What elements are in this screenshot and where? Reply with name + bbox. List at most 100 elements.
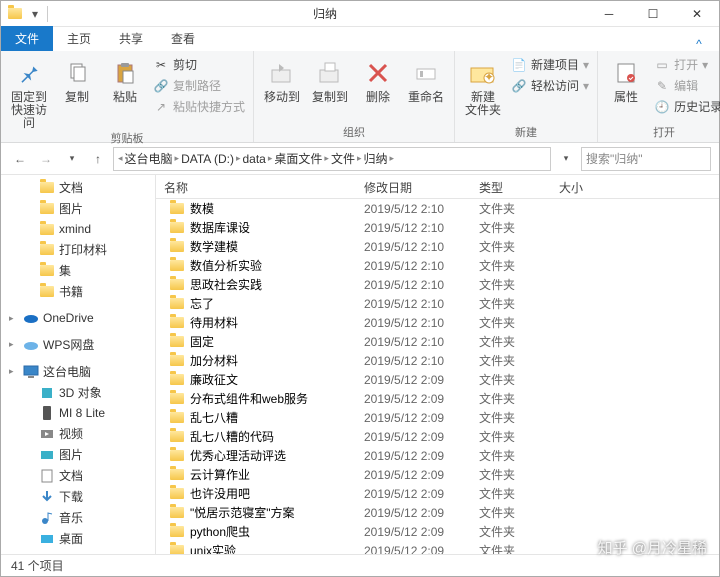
- nav-item[interactable]: 图片: [1, 198, 155, 219]
- paste-shortcut-button[interactable]: ↗粘贴快捷方式: [151, 97, 247, 116]
- maximize-button[interactable]: ☐: [631, 1, 675, 27]
- docs-icon: [39, 468, 55, 484]
- nav-item[interactable]: 下载: [1, 486, 155, 507]
- history-button[interactable]: 🕘历史记录: [652, 97, 720, 116]
- refresh-button[interactable]: ▾: [555, 148, 577, 170]
- list-item[interactable]: 数学建模2019/5/12 2:10文件夹: [156, 237, 719, 256]
- history-icon: 🕘: [654, 99, 670, 115]
- list-item[interactable]: 数据库课设2019/5/12 2:10文件夹: [156, 218, 719, 237]
- nav-item[interactable]: 音乐: [1, 507, 155, 528]
- folder-icon: [170, 393, 184, 404]
- forward-button[interactable]: →: [35, 148, 57, 170]
- list-item[interactable]: 分布式组件和web服务2019/5/12 2:09文件夹: [156, 389, 719, 408]
- breadcrumb-segment[interactable]: 归纳: [363, 150, 387, 167]
- delete-button[interactable]: 删除: [356, 53, 400, 104]
- col-name[interactable]: 名称: [156, 175, 356, 198]
- list-item[interactable]: 忘了2019/5/12 2:10文件夹: [156, 294, 719, 313]
- col-size[interactable]: 大小: [551, 175, 719, 198]
- navigation-pane[interactable]: 文档图片xmind打印材料集书籍▸OneDrive▸WPS网盘▸这台电脑3D 对…: [1, 175, 156, 556]
- ribbon-collapse-button[interactable]: ^: [679, 37, 719, 51]
- folder-icon: [170, 507, 184, 518]
- copypath-button[interactable]: 🔗复制路径: [151, 76, 247, 95]
- edit-button[interactable]: ✎编辑: [652, 76, 720, 95]
- qat-item[interactable]: ▾: [27, 6, 43, 22]
- copy-button[interactable]: 复制: [55, 53, 99, 104]
- tab-share[interactable]: 共享: [105, 26, 157, 51]
- col-date[interactable]: 修改日期: [356, 175, 471, 198]
- recent-dropdown[interactable]: ▾: [61, 148, 83, 170]
- paste-button[interactable]: 粘贴: [103, 53, 147, 104]
- group-label: 剪贴板: [7, 130, 247, 148]
- music-icon: [39, 510, 55, 526]
- newfolder-button[interactable]: ✦新建 文件夹: [461, 53, 505, 117]
- folder-icon: [170, 336, 184, 347]
- close-button[interactable]: ✕: [675, 1, 719, 27]
- breadcrumb-segment[interactable]: data: [243, 152, 266, 166]
- onedrive-icon: [23, 310, 39, 326]
- pics-icon: [39, 447, 55, 463]
- list-item[interactable]: 思政社会实践2019/5/12 2:10文件夹: [156, 275, 719, 294]
- list-item[interactable]: 待用材料2019/5/12 2:10文件夹: [156, 313, 719, 332]
- minimize-button[interactable]: ─: [587, 1, 631, 27]
- moveto-button[interactable]: 移动到: [260, 53, 304, 104]
- search-input[interactable]: 搜索"归纳": [581, 147, 711, 171]
- expand-icon[interactable]: ▸: [9, 313, 19, 324]
- nav-item[interactable]: 文档: [1, 465, 155, 486]
- back-button[interactable]: ←: [9, 148, 31, 170]
- nav-item[interactable]: ▸OneDrive: [1, 308, 155, 328]
- nav-item[interactable]: 图片: [1, 444, 155, 465]
- nav-item[interactable]: MI 8 Lite: [1, 403, 155, 423]
- properties-button[interactable]: 属性: [604, 53, 648, 104]
- expand-icon[interactable]: ▸: [9, 339, 19, 350]
- nav-item[interactable]: 3D 对象: [1, 382, 155, 403]
- nav-item[interactable]: 书籍: [1, 281, 155, 302]
- list-item[interactable]: 优秀心理活动评选2019/5/12 2:09文件夹: [156, 446, 719, 465]
- nav-item[interactable]: ▸WPS网盘: [1, 334, 155, 355]
- breadcrumb-segment[interactable]: 文件: [331, 150, 355, 167]
- window-title: 归纳: [63, 5, 587, 22]
- nav-item[interactable]: 集: [1, 260, 155, 281]
- nav-item[interactable]: xmind: [1, 219, 155, 239]
- list-item[interactable]: 固定2019/5/12 2:10文件夹: [156, 332, 719, 351]
- nav-item[interactable]: 打印材料: [1, 239, 155, 260]
- tab-file[interactable]: 文件: [1, 26, 53, 51]
- pin-quickaccess-button[interactable]: 固定到 快速访问: [7, 53, 51, 130]
- easyaccess-button[interactable]: 🔗轻松访问▾: [509, 76, 591, 95]
- list-item[interactable]: 数值分析实验2019/5/12 2:10文件夹: [156, 256, 719, 275]
- list-item[interactable]: 也许没用吧2019/5/12 2:09文件夹: [156, 484, 719, 503]
- list-item[interactable]: 加分材料2019/5/12 2:10文件夹: [156, 351, 719, 370]
- rename-button[interactable]: 重命名: [404, 53, 448, 104]
- phone-icon: [39, 405, 55, 421]
- list-item[interactable]: 乱七八糟2019/5/12 2:09文件夹: [156, 408, 719, 427]
- list-item[interactable]: python爬虫2019/5/12 2:09文件夹: [156, 522, 719, 541]
- breadcrumb-segment[interactable]: 这台电脑: [125, 150, 173, 167]
- expand-icon[interactable]: ▸: [9, 366, 19, 377]
- tab-view[interactable]: 查看: [157, 26, 209, 51]
- list-item[interactable]: 乱七八糟的代码2019/5/12 2:09文件夹: [156, 427, 719, 446]
- list-item[interactable]: 云计算作业2019/5/12 2:09文件夹: [156, 465, 719, 484]
- group-label: 组织: [260, 124, 448, 142]
- file-list[interactable]: 名称 修改日期 类型 大小 数模2019/5/12 2:10文件夹数据库课设20…: [156, 175, 719, 556]
- breadcrumb-segment[interactable]: 桌面文件: [274, 150, 322, 167]
- nav-item[interactable]: 文档: [1, 177, 155, 198]
- nav-item[interactable]: 桌面: [1, 528, 155, 549]
- newitem-button[interactable]: 📄新建项目▾: [509, 55, 591, 74]
- list-item[interactable]: 数模2019/5/12 2:10文件夹: [156, 199, 719, 218]
- list-item[interactable]: "悦居示范寝室"方案2019/5/12 2:09文件夹: [156, 503, 719, 522]
- folder-icon: [170, 374, 184, 385]
- nav-item[interactable]: 视频: [1, 423, 155, 444]
- cut-button[interactable]: ✂剪切: [151, 55, 247, 74]
- group-label: 新建: [461, 124, 591, 142]
- nav-item[interactable]: ▸这台电脑: [1, 361, 155, 382]
- copyto-button[interactable]: 复制到: [308, 53, 352, 104]
- open-button[interactable]: ▭打开▾: [652, 55, 720, 74]
- copy-icon: [61, 57, 93, 89]
- col-type[interactable]: 类型: [471, 175, 551, 198]
- tab-home[interactable]: 主页: [53, 26, 105, 51]
- list-item[interactable]: 廉政征文2019/5/12 2:09文件夹: [156, 370, 719, 389]
- breadcrumb-segment[interactable]: DATA (D:): [181, 152, 234, 166]
- up-button[interactable]: ↑: [87, 148, 109, 170]
- open-icon: ▭: [654, 57, 670, 73]
- desk-icon: [39, 531, 55, 547]
- breadcrumb[interactable]: ◂这台电脑▸DATA (D:)▸data▸桌面文件▸文件▸归纳▸: [113, 147, 551, 171]
